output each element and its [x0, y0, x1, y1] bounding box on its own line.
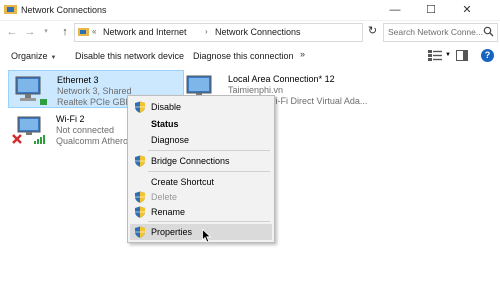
- help-icon[interactable]: ?: [481, 49, 494, 62]
- uac-shield-icon: [135, 191, 145, 203]
- command-bar: Organize ▼ Disable this network device Di…: [0, 45, 500, 67]
- network-adapter-icon: [15, 76, 47, 105]
- chevron-down-icon[interactable]: ▼: [445, 52, 451, 58]
- breadcrumb-network-and-internet[interactable]: Network and Internet: [103, 27, 187, 37]
- organize-button[interactable]: Organize ▼: [11, 51, 56, 61]
- address-bar: ← → ▾ ↑ « Network and Internet › Network…: [0, 21, 500, 43]
- address-field[interactable]: « Network and Internet › Network Connect…: [74, 23, 428, 42]
- diagnose-connection-button[interactable]: Diagnose this connection: [193, 51, 294, 61]
- minimize-button[interactable]: —: [380, 0, 410, 20]
- menu-item-label: Delete: [151, 192, 178, 202]
- search-placeholder: Search Network Conne...: [388, 27, 483, 37]
- recent-locations-icon[interactable]: ▾: [39, 24, 53, 40]
- disable-device-button[interactable]: Disable this network device: [75, 51, 184, 61]
- refresh-icon[interactable]: ↻: [364, 23, 381, 40]
- organize-label: Organize: [11, 51, 48, 61]
- window-title: Network Connections: [21, 5, 107, 15]
- back-arrow-icon[interactable]: ←: [5, 24, 19, 40]
- chevron-down-icon: ▼: [50, 55, 57, 61]
- breadcrumb-network-connections[interactable]: Network Connections: [215, 27, 301, 37]
- menu-item-label: Diagnose: [151, 135, 190, 145]
- uac-shield-icon: [135, 101, 145, 113]
- connection-status: Not connected: [56, 125, 115, 135]
- menu-item-create-shortcut[interactable]: Create Shortcut: [130, 174, 272, 190]
- connection-name: Ethernet 3: [57, 75, 99, 85]
- up-arrow-icon[interactable]: ↑: [58, 24, 72, 40]
- uac-shield-icon: [135, 206, 145, 218]
- menu-item-disable[interactable]: Disable: [130, 99, 272, 115]
- menu-item-label: Disable: [151, 102, 182, 112]
- connection-status: Taimienphi.vn: [228, 85, 284, 95]
- menu-separator: [148, 150, 270, 151]
- search-input[interactable]: Search Network Conne...: [383, 23, 498, 42]
- uac-shield-icon: [135, 155, 145, 167]
- menu-item-status[interactable]: Status: [130, 116, 272, 132]
- mouse-cursor-icon: [202, 229, 212, 243]
- menu-separator: [148, 171, 270, 172]
- menu-item-delete: Delete: [130, 189, 272, 205]
- connection-status: Network 3, Shared: [57, 86, 132, 96]
- more-commands-button[interactable]: »: [300, 49, 305, 59]
- search-icon[interactable]: [483, 26, 494, 37]
- forward-arrow-icon[interactable]: →: [23, 24, 37, 40]
- connection-name: Local Area Connection* 12: [228, 74, 335, 84]
- menu-item-bridge-connections[interactable]: Bridge Connections: [130, 153, 272, 169]
- preview-pane-icon[interactable]: [456, 50, 468, 61]
- wifi-adapter-icon: [12, 116, 45, 144]
- network-folder-icon: [78, 28, 89, 36]
- menu-item-properties[interactable]: Properties: [130, 224, 272, 240]
- menu-item-rename[interactable]: Rename: [130, 204, 272, 220]
- menu-item-label: Properties: [151, 227, 193, 237]
- maximize-button[interactable]: ☐: [416, 0, 446, 20]
- menu-item-diagnose[interactable]: Diagnose: [130, 132, 272, 148]
- title-bar: Network Connections — ☐ ✕: [0, 0, 500, 21]
- context-menu: Disable Status Diagnose Bridge Connectio…: [127, 95, 275, 243]
- uac-shield-icon: [135, 226, 145, 238]
- chevron-right-icon[interactable]: ›: [205, 27, 208, 36]
- menu-separator: [148, 221, 270, 222]
- close-button[interactable]: ✕: [452, 0, 482, 20]
- menu-item-label: Bridge Connections: [151, 156, 230, 166]
- change-view-icon[interactable]: [428, 50, 442, 61]
- connection-name: Wi-Fi 2: [56, 114, 85, 124]
- network-folder-icon: [4, 5, 17, 14]
- menu-item-label: Status: [151, 119, 179, 129]
- menu-item-label: Rename: [151, 207, 186, 217]
- breadcrumb-overflow[interactable]: «: [92, 27, 96, 36]
- menu-item-label: Create Shortcut: [151, 177, 215, 187]
- connections-list: Ethernet 3 Network 3, Shared Realtek PCI…: [0, 68, 500, 290]
